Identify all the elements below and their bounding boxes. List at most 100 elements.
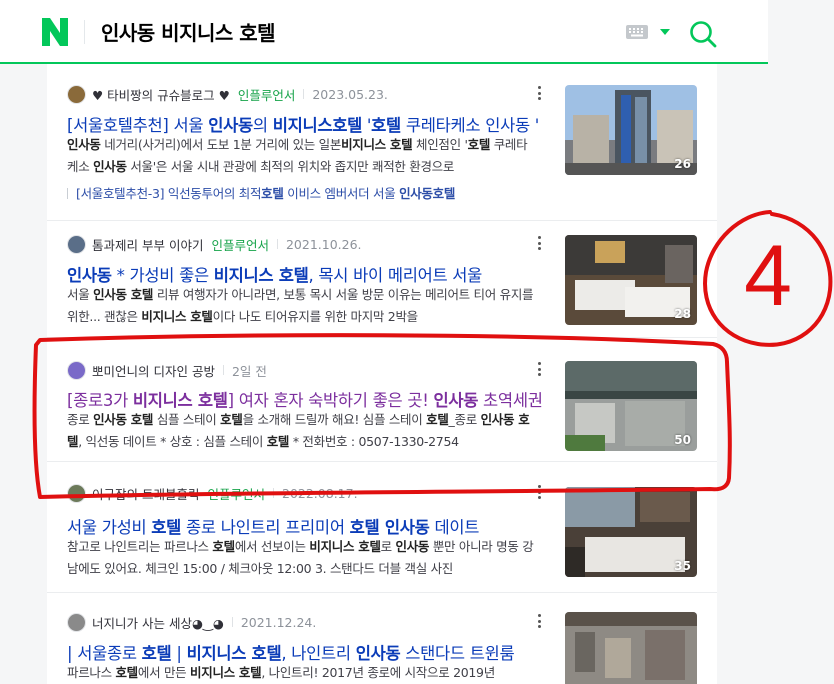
search-icon[interactable] (689, 20, 717, 48)
text-segment: , 나인트리 (281, 644, 356, 663)
keyword-highlight: 호텔 (220, 412, 243, 427)
list-item: 너지니가 사는 세상◕‿◕ 2021.12.24. | 서울종로 호텔 | 비지… (47, 592, 717, 684)
related-post-link[interactable]: [서울호텔추천-3] 익선동투어의 최적호텔 이비스 엠버서더 서울 인사동호텔 (67, 183, 547, 202)
keyword-highlight: 인사동 (208, 116, 253, 135)
more-options-icon[interactable] (536, 362, 542, 378)
photo-count: 50 (674, 433, 691, 447)
blog-author[interactable]: ♥ 타비짱의 규슈블로그 ♥ (92, 85, 230, 104)
annotation-number: 4 (744, 228, 792, 324)
text-segment: 을 소개해 드릴까 해요! 심플 스테이 (242, 412, 427, 427)
text-segment: | (171, 644, 187, 663)
keyword-highlight: 인사동 (395, 539, 430, 554)
list-item: 뽀미언니의 디자인 공방 2일 전 [종로3가 비지니스 호텔] 여자 혼자 숙… (47, 337, 717, 461)
naver-logo-icon[interactable] (42, 18, 68, 46)
keyword-highlight: 호텔 (261, 186, 284, 201)
avatar (67, 234, 86, 254)
more-options-icon[interactable] (536, 86, 542, 102)
keyword-highlight: 인사동 (67, 137, 101, 152)
post-title[interactable]: [서울호텔추천] 서울 인사동의 비지니스호텔 '호텔 쿠레타케소 인사동 ' (67, 112, 543, 136)
post-title[interactable]: [종로3가 비지니스 호텔] 여자 혼자 숙박하기 좋은 곳! 인사동 초역세권 (67, 387, 543, 411)
text-segment: 네거리(사거리)에서 도보 1분 거리에 있는 일본 (100, 137, 342, 152)
text-segment: | 서울종로 (67, 644, 142, 663)
post-title[interactable]: | 서울종로 호텔 | 비지니스 호텔, 나인트리 인사동 스탠다드 트윈룸 (67, 640, 543, 664)
post-description[interactable]: 종로 인사동 호텔 심플 스테이 호텔을 소개해 드릴까 해요! 심플 스테이 … (67, 409, 537, 453)
list-item: 이구잡의 트래블홀릭 인플루언서 2022.08.17. 서울 가성비 호텔 종… (47, 461, 717, 592)
text-segment: _종로 (448, 412, 481, 427)
text-segment: 에서 만든 (137, 665, 191, 680)
photo-count: 26 (674, 157, 691, 171)
blog-profile[interactable]: 톰과제리 부부 이야기 인플루언서 2021.10.26. (67, 234, 362, 254)
text-segment: 서울'은 서울 시내 관광에 최적의 위치와 좁지만 쾌적한 환경으로 (126, 159, 455, 174)
keyboard-icon[interactable] (626, 25, 648, 39)
keyword-highlight: 호텔 인사동 (349, 518, 430, 537)
post-thumbnail[interactable]: 50 (565, 361, 697, 451)
blog-profile[interactable]: 너지니가 사는 세상◕‿◕ 2021.12.24. (67, 612, 316, 632)
list-item: ♥ 타비짱의 규슈블로그 ♥ 인플루언서 2023.05.23. [서울호텔추천… (47, 64, 717, 220)
text-segment: , 목시 바이 메리어트 서울 (308, 266, 483, 285)
influencer-badge: 인플루언서 (207, 486, 265, 502)
post-date: 2021.12.24. (240, 614, 317, 630)
blog-author[interactable]: 톰과제리 부부 이야기 (92, 235, 203, 254)
blog-author[interactable]: 이구잡의 트래블홀릭 (92, 484, 199, 503)
text-segment: ' (361, 116, 372, 135)
annotation-circle (703, 210, 833, 347)
keyword-highlight: 호텔 (115, 665, 138, 680)
post-thumbnail[interactable] (565, 612, 697, 684)
post-title[interactable]: 인사동 * 가성비 좋은 비지니스 호텔, 목시 바이 메리어트 서울 (67, 262, 543, 286)
keyword-highlight: 인사동 (93, 159, 127, 174)
keyword-highlight: 비지니스 호텔 (341, 137, 413, 152)
blog-profile[interactable]: 이구잡의 트래블홀릭 인플루언서 2022.08.17. (67, 483, 358, 503)
related-post-title[interactable]: [서울호텔추천-3] 익선동투어의 최적호텔 이비스 엠버서더 서울 인사동호텔 (76, 186, 455, 201)
avatar (67, 84, 86, 104)
keyword-highlight: 비지니스 호텔 (186, 644, 282, 663)
photo-count: 35 (674, 559, 691, 573)
post-thumbnail[interactable]: 28 (565, 235, 697, 325)
text-segment: [서울호텔추천-3] 익선동투어의 최적 (76, 186, 262, 201)
avatar (67, 612, 86, 632)
keyword-highlight: 비지니스 호텔 (213, 266, 309, 285)
keyword-highlight: 호텔 (266, 434, 290, 449)
list-item: 톰과제리 부부 이야기 인플루언서 2021.10.26. 인사동 * 가성비 … (47, 220, 717, 337)
keyword-highlight: 호텔 (467, 137, 491, 152)
blog-author[interactable]: 뽀미언니의 디자인 공방 (92, 361, 215, 380)
text-segment: 스탠다드 트윈룸 (400, 644, 515, 663)
search-query[interactable]: 인사동 비지니스 호텔 (101, 17, 276, 46)
post-description[interactable]: 서울 인사동 호텔 리뷰 여행자가 아니라면, 보통 목시 서울 방문 이유는 … (67, 284, 537, 328)
text-segment: 파르나스 (67, 665, 116, 680)
photo-count: 28 (674, 307, 691, 321)
post-thumbnail[interactable]: 35 (565, 487, 697, 577)
text-segment: ] 여자 혼자 숙박하기 좋은 곳! (227, 391, 434, 410)
text-segment: 이다 나도 티어유지를 위한 마지막 2박을 (212, 309, 419, 324)
chevron-down-icon[interactable] (660, 29, 670, 35)
keyword-highlight: 비지니스호텔 (272, 116, 363, 135)
blog-profile[interactable]: 뽀미언니의 디자인 공방 2일 전 (67, 360, 267, 380)
post-date: 2022.08.17. (282, 485, 358, 501)
avatar (67, 360, 86, 380)
city-view-image (565, 612, 697, 684)
blog-profile[interactable]: ♥ 타비짱의 규슈블로그 ♥ 인플루언서 2023.05.23. (67, 84, 388, 104)
post-title[interactable]: 서울 가성비 호텔 종로 나인트리 프리미어 호텔 인사동 데이트 (67, 514, 543, 538)
keyword-highlight: 비지니스 호텔 (141, 309, 213, 324)
header-divider (84, 20, 85, 44)
post-date: 2일 전 (231, 363, 267, 379)
more-options-icon[interactable] (536, 485, 542, 501)
keyword-highlight: 인사동 호텔 (93, 412, 154, 427)
post-description[interactable]: 참고로 나인트리는 파르나스 호텔에서 선보이는 비지니스 호텔로 인사동 뿐만… (67, 536, 537, 580)
more-options-icon[interactable] (536, 614, 542, 630)
post-description[interactable]: 인사동 네거리(사거리)에서 도보 1분 거리에 있는 일본비지니스 호텔 체인… (67, 134, 537, 178)
blog-author[interactable]: 너지니가 사는 세상◕‿◕ (92, 613, 224, 632)
keyword-highlight: 호텔 (151, 518, 182, 537)
text-segment: 초역세권 (478, 391, 543, 410)
text-segment: 참고로 나인트리는 파르나스 (67, 539, 213, 554)
more-options-icon[interactable] (536, 236, 542, 252)
text-segment: * 전화번호 : 0507-1330-2754 (289, 434, 459, 449)
search-header: 인사동 비지니스 호텔 (0, 0, 768, 64)
post-description[interactable]: 파르나스 호텔에서 만든 비지니스 호텔, 나인트리! 2017년 종로에 시작… (67, 662, 537, 684)
avatar (67, 483, 86, 503)
post-thumbnail[interactable]: 26 (565, 85, 697, 175)
keyword-highlight: 호텔 (141, 644, 172, 663)
text-segment: , 익선동 데이트 * 상호 : 심플 스테이 (78, 434, 267, 449)
keyword-highlight: 비지니스 호텔 (132, 391, 228, 410)
text-segment: [서울호텔추천] 서울 (67, 116, 209, 135)
text-segment: 서울 (67, 287, 94, 302)
